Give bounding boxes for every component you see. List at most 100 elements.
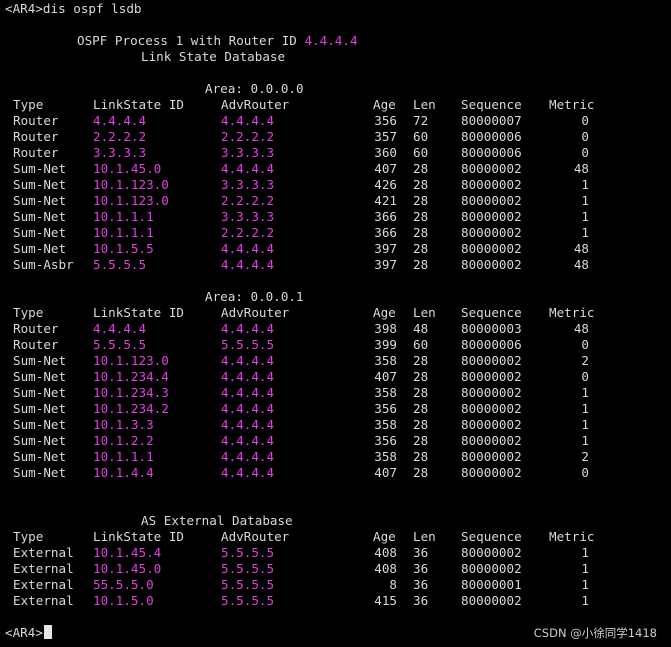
- cell-metric: 1: [581, 433, 589, 448]
- cell-seq: 80000002: [461, 433, 522, 448]
- text-cursor: [43, 625, 52, 639]
- cell-age: 358: [374, 353, 397, 368]
- cell-age: 397: [374, 257, 397, 272]
- column-header-len: Len: [413, 305, 436, 320]
- column-header-seq: Sequence: [461, 97, 522, 112]
- column-header-len: Len: [413, 97, 436, 112]
- cell-len: 28: [413, 353, 429, 368]
- cell-type: Sum-Net: [13, 161, 67, 176]
- column-header-type: Type: [13, 97, 44, 112]
- router-id: 4.4.4.4: [304, 33, 358, 48]
- cell-age: 356: [374, 401, 397, 416]
- cell-type: Sum-Net: [13, 465, 67, 480]
- cell-type: Sum-Asbr: [13, 257, 74, 272]
- cell-adv: 4.4.4.4: [221, 161, 275, 176]
- section-title: Area: 0.0.0.0: [205, 81, 304, 96]
- cell-len: 28: [413, 241, 429, 256]
- cell-lsid: 10.1.3.3: [93, 417, 154, 432]
- cell-type: Router: [13, 145, 59, 160]
- cell-age: 356: [374, 433, 397, 448]
- cell-metric: 48: [573, 321, 589, 336]
- cell-len: 28: [413, 193, 429, 208]
- cell-lsid: 10.1.2.2: [93, 433, 154, 448]
- cell-lsid: 4.4.4.4: [93, 113, 147, 128]
- cell-type: Sum-Net: [13, 353, 67, 368]
- cell-adv: 5.5.5.5: [221, 561, 275, 576]
- cell-seq: 80000003: [461, 321, 522, 336]
- cell-lsid: 55.5.5.0: [93, 577, 154, 592]
- cell-age: 356: [374, 113, 397, 128]
- cell-seq: 80000002: [461, 417, 522, 432]
- cell-lsid: 2.2.2.2: [93, 129, 147, 144]
- cell-type: Sum-Net: [13, 401, 67, 416]
- cell-len: 60: [413, 145, 429, 160]
- cell-lsid: 10.1.234.2: [93, 401, 169, 416]
- cell-age: 408: [374, 561, 397, 576]
- cell-seq: 80000002: [461, 209, 522, 224]
- cell-metric: 1: [581, 561, 589, 576]
- cell-lsid: 10.1.45.0: [93, 561, 162, 576]
- cell-seq: 80000002: [461, 449, 522, 464]
- cell-len: 28: [413, 257, 429, 272]
- column-header-type: Type: [13, 305, 44, 320]
- cell-len: 36: [413, 545, 429, 560]
- column-header-age: Age: [373, 97, 396, 112]
- cell-lsid: 10.1.234.3: [93, 385, 169, 400]
- cell-len: 28: [413, 161, 429, 176]
- cell-type: Router: [13, 129, 59, 144]
- section-title: Area: 0.0.0.1: [205, 289, 304, 304]
- cell-seq: 80000001: [461, 577, 522, 592]
- cell-metric: 48: [573, 161, 589, 176]
- cell-seq: 80000002: [461, 465, 522, 480]
- cell-lsid: 10.1.1.1: [93, 449, 154, 464]
- cell-seq: 80000002: [461, 369, 522, 384]
- cell-adv: 4.4.4.4: [221, 353, 275, 368]
- cell-age: 358: [374, 417, 397, 432]
- process-line: OSPF Process 1 with Router ID 4.4.4.4: [77, 33, 358, 49]
- cell-adv: 4.4.4.4: [221, 385, 275, 400]
- cell-metric: 1: [581, 193, 589, 208]
- cell-lsid: 10.1.123.0: [93, 177, 169, 192]
- cell-seq: 80000002: [461, 545, 522, 560]
- cell-adv: 4.4.4.4: [221, 369, 275, 384]
- cell-len: 28: [413, 417, 429, 432]
- final-prompt-line[interactable]: <AR4>: [5, 625, 52, 641]
- column-header-lsid: LinkState ID: [93, 305, 184, 320]
- cell-adv: 3.3.3.3: [221, 177, 275, 192]
- cell-type: Sum-Net: [13, 433, 67, 448]
- cell-adv: 4.4.4.4: [221, 417, 275, 432]
- cell-seq: 80000006: [461, 145, 522, 160]
- cell-seq: 80000006: [461, 337, 522, 352]
- cell-len: 28: [413, 209, 429, 224]
- cell-age: 421: [374, 193, 397, 208]
- cell-len: 28: [413, 369, 429, 384]
- cell-adv: 3.3.3.3: [221, 209, 275, 224]
- cell-metric: 0: [581, 465, 589, 480]
- cell-metric: 0: [581, 129, 589, 144]
- cell-lsid: 10.1.123.0: [93, 193, 169, 208]
- cell-len: 36: [413, 561, 429, 576]
- cell-age: 407: [374, 465, 397, 480]
- cell-age: 407: [374, 369, 397, 384]
- cell-type: Router: [13, 321, 59, 336]
- cell-adv: 5.5.5.5: [221, 545, 275, 560]
- cell-metric: 2: [581, 449, 589, 464]
- section-title: AS External Database: [141, 513, 293, 528]
- cell-lsid: 10.1.1.1: [93, 225, 154, 240]
- cell-type: External: [13, 593, 74, 608]
- cell-adv: 5.5.5.5: [221, 593, 275, 608]
- cell-type: Sum-Net: [13, 385, 67, 400]
- cell-seq: 80000002: [461, 177, 522, 192]
- cell-type: External: [13, 577, 74, 592]
- cell-seq: 80000002: [461, 385, 522, 400]
- cell-seq: 80000002: [461, 561, 522, 576]
- cell-metric: 0: [581, 113, 589, 128]
- cell-age: 408: [374, 545, 397, 560]
- cell-adv: 2.2.2.2: [221, 193, 275, 208]
- cell-adv: 4.4.4.4: [221, 113, 275, 128]
- cell-seq: 80000002: [461, 353, 522, 368]
- terminal-window[interactable]: <AR4>dis ospf lsdb OSPF Process 1 with R…: [0, 0, 671, 647]
- column-header-lsid: LinkState ID: [93, 97, 184, 112]
- cell-adv: 5.5.5.5: [221, 577, 275, 592]
- cell-age: 358: [374, 385, 397, 400]
